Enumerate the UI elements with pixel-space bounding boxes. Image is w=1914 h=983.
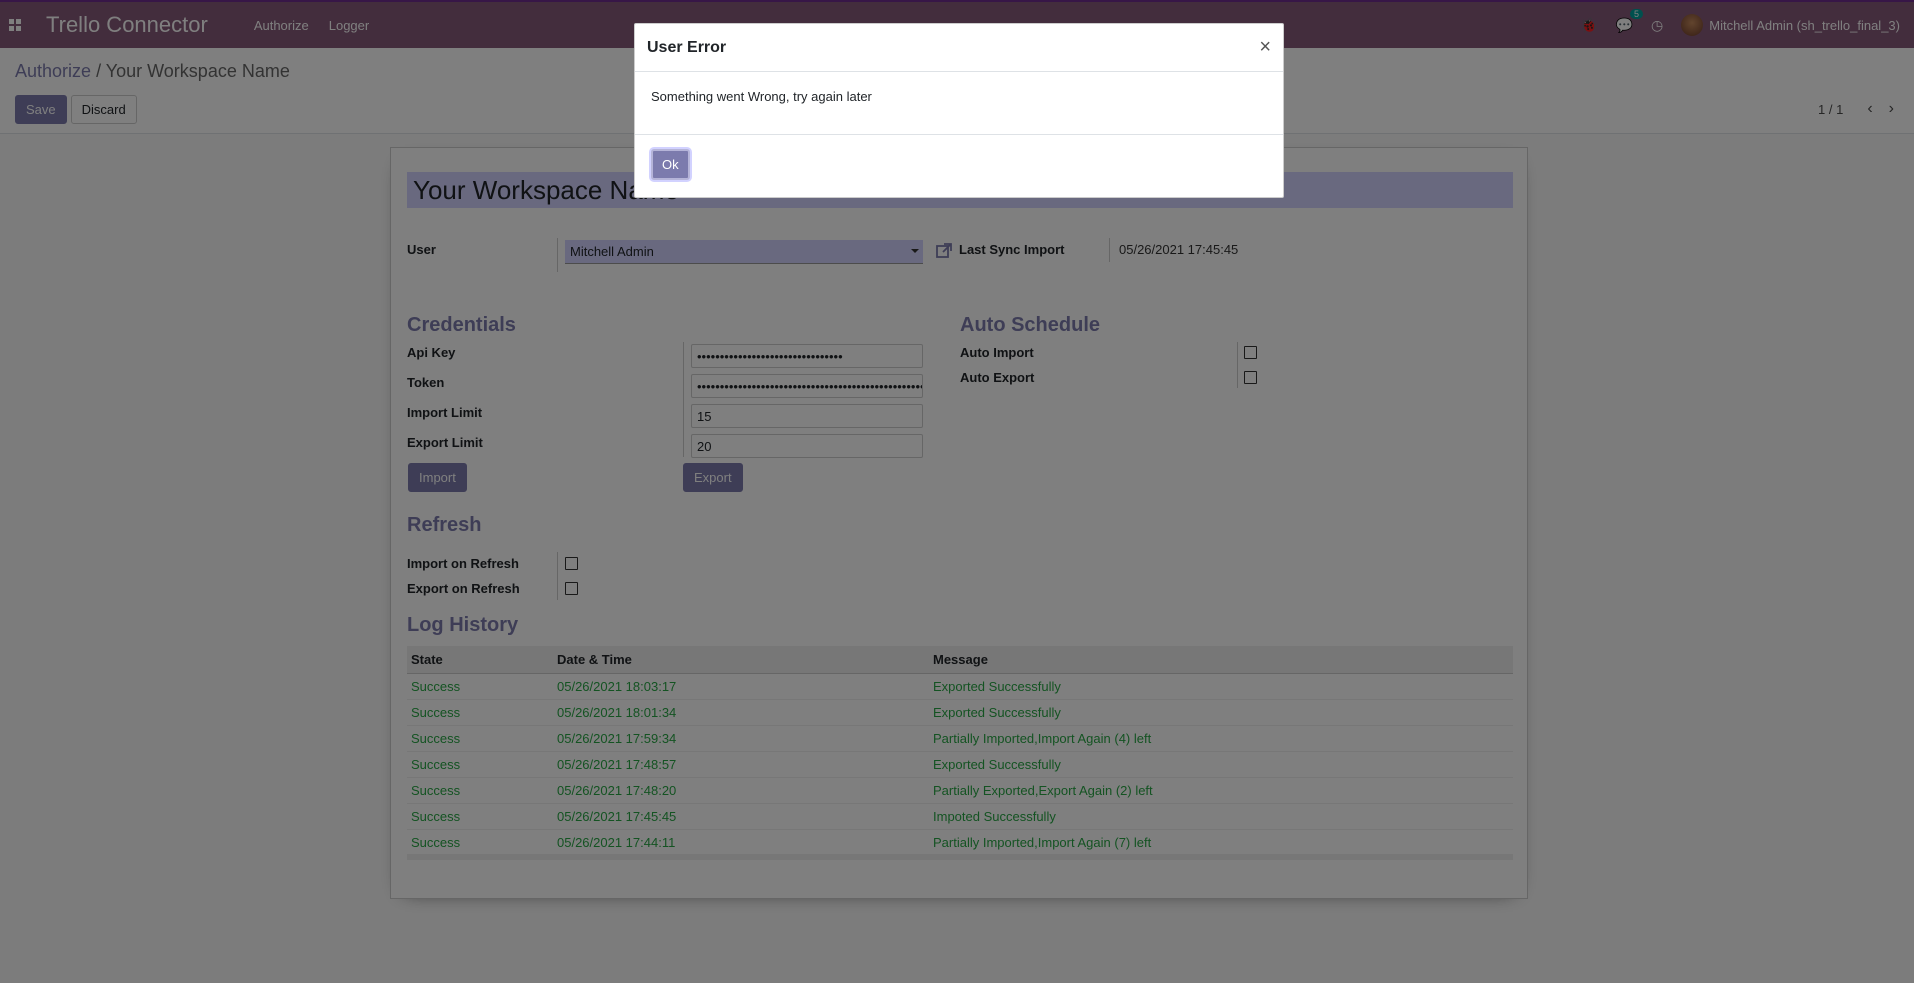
error-dialog: User Error × Something went Wrong, try a… — [634, 23, 1284, 198]
dialog-title: User Error — [647, 38, 727, 56]
dialog-message: Something went Wrong, try again later — [635, 72, 1283, 135]
ok-button[interactable]: Ok — [651, 149, 690, 180]
close-icon[interactable]: × — [1259, 36, 1271, 59]
